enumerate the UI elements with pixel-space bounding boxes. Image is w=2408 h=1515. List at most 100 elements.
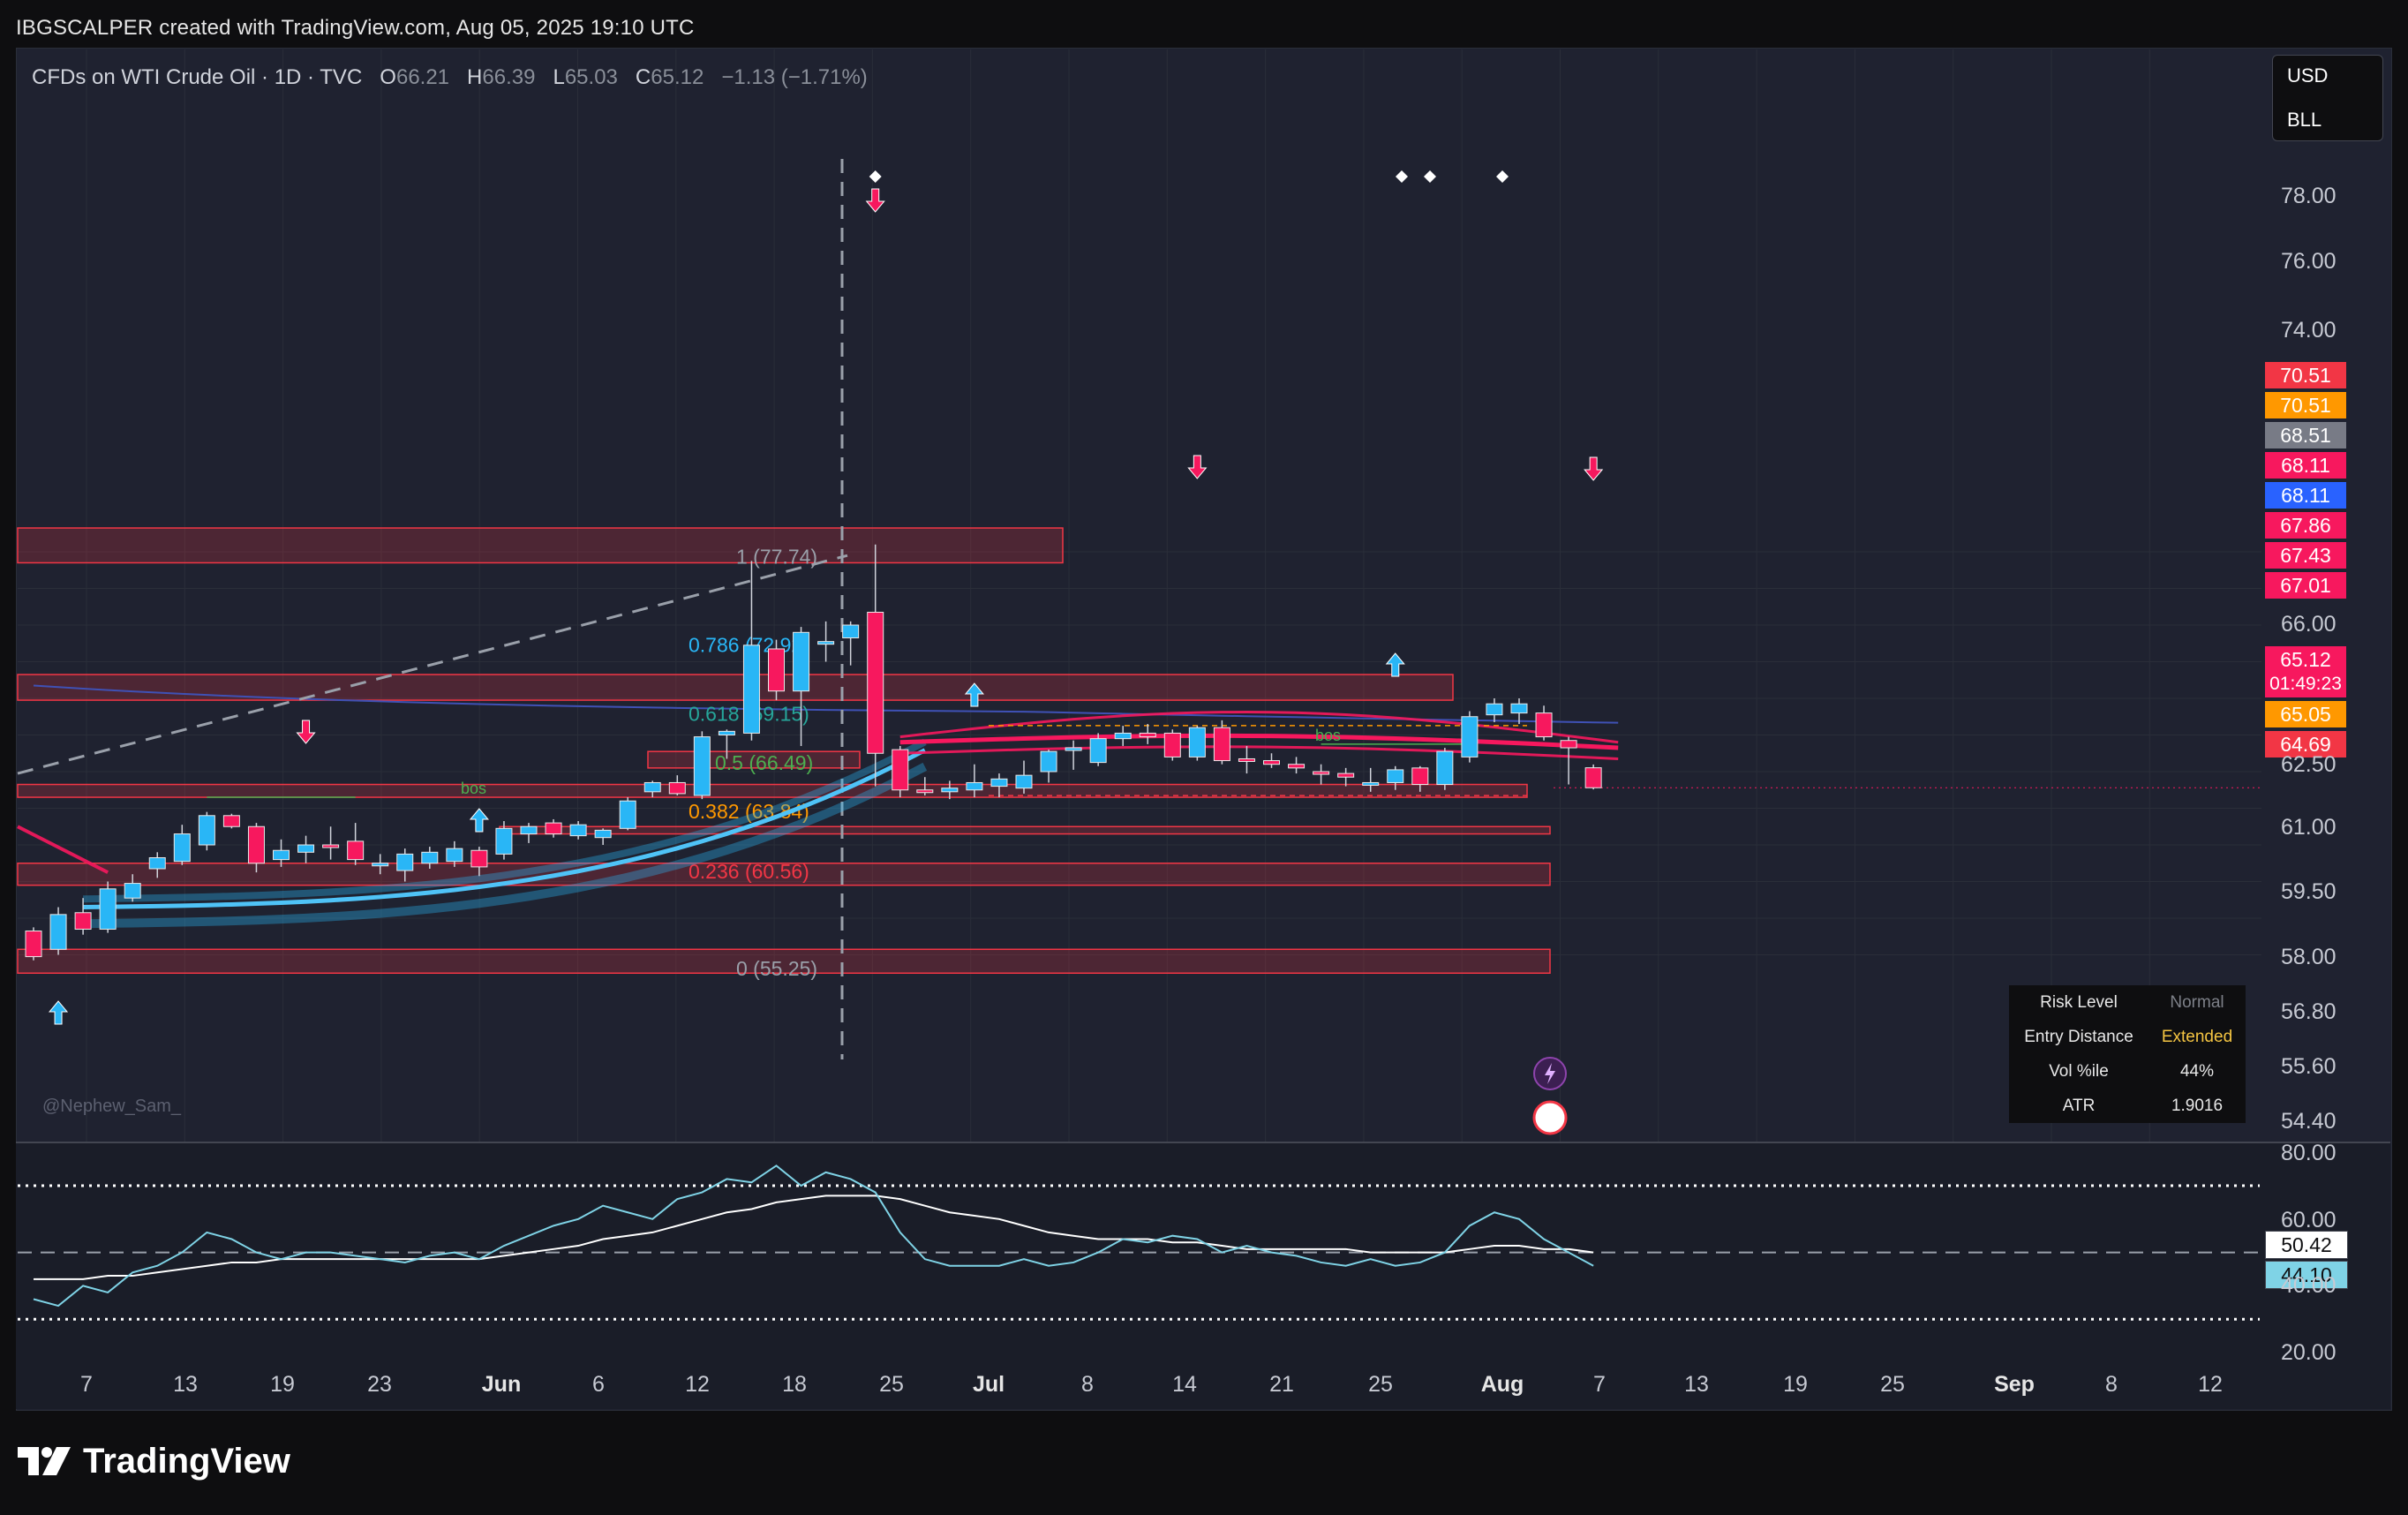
price-axis-tick: 55.60: [2281, 1054, 2337, 1079]
diamond-marker-icon: [869, 170, 882, 183]
time-axis-tick: 25: [1880, 1372, 1905, 1397]
candle-body: [742, 644, 760, 734]
candle-body: [842, 624, 860, 639]
candle: [793, 627, 810, 746]
candle-body: [1362, 781, 1380, 786]
symbol-name[interactable]: CFDs on WTI Crude Oil · 1D · TVC: [32, 65, 362, 89]
fib-level-label: 0 (55.25): [736, 957, 817, 980]
rsi-axis-tick: 60.00: [2281, 1208, 2337, 1232]
candle-body: [1114, 732, 1132, 740]
candle-body: [1510, 703, 1528, 714]
candle: [347, 823, 365, 865]
fib-level-label: 0.236 (60.56): [689, 860, 809, 883]
candle-body: [1288, 764, 1306, 769]
diamond-marker-icon: [1396, 170, 1408, 183]
candle-body: [247, 825, 265, 864]
candle: [74, 898, 92, 935]
buy-signal-arrow-icon: [1385, 652, 1405, 677]
risk-table: Risk Level Normal Entry Distance Extende…: [2009, 985, 2246, 1123]
price-axis-tick: 76.00: [2281, 249, 2337, 274]
candle-body: [718, 730, 735, 735]
candle-body: [1015, 774, 1033, 789]
candle-body: [668, 781, 686, 795]
candle-body: [99, 888, 117, 930]
close-label: C: [635, 65, 651, 89]
candle-body: [470, 849, 488, 868]
time-axis-tick: 7: [80, 1372, 93, 1397]
sell-signal-arrow-icon: [1187, 455, 1208, 479]
time-axis-tick: 21: [1269, 1372, 1294, 1397]
candle: [198, 811, 215, 851]
price-axis-tick: 74.00: [2281, 318, 2337, 343]
candle-body: [1535, 712, 1553, 738]
price-chart[interactable]: 1 (77.74)0.786 (72.92)0.618 (69.15)0.5 (…: [0, 0, 2408, 1515]
candle: [1163, 729, 1181, 761]
candle: [25, 927, 42, 961]
rsi-axis-tick: 80.00: [2281, 1141, 2337, 1165]
candle: [1188, 726, 1206, 761]
candle: [545, 818, 562, 838]
candle: [173, 825, 191, 865]
unit-label[interactable]: BLL: [2273, 100, 2382, 144]
time-axis-tick: 18: [782, 1372, 807, 1397]
candle: [619, 797, 636, 831]
price-axis-tag: 67.01: [2265, 572, 2346, 599]
candle-body: [1486, 703, 1503, 716]
buy-signal-arrow-icon: [48, 1000, 69, 1025]
currency-selector[interactable]: USD BLL: [2272, 55, 2383, 141]
candle-body: [322, 844, 340, 848]
currency-label[interactable]: USD: [2273, 56, 2382, 100]
candle: [222, 813, 240, 829]
fib-level-label: 0.5 (66.49): [715, 751, 813, 774]
candle-body: [297, 844, 315, 853]
time-axis-tick: 6: [592, 1372, 605, 1397]
candle-body: [1238, 758, 1255, 762]
time-axis-tick: 13: [173, 1372, 198, 1397]
candle-body: [124, 883, 141, 899]
candle-body: [222, 815, 240, 827]
price-axis-tick: 78.00: [2281, 184, 2337, 208]
sell-signal-arrow-icon: [296, 720, 316, 744]
price-axis-tag: 70.51: [2265, 392, 2346, 418]
candle: [1040, 750, 1057, 783]
candle: [1139, 724, 1156, 744]
time-axis-tick: Jul: [972, 1372, 1005, 1397]
candle: [1288, 757, 1306, 774]
candle: [594, 828, 612, 845]
low-value: 65.03: [564, 65, 618, 89]
candle-body: [1387, 769, 1404, 783]
trend-band-pink-outer: [899, 745, 1619, 760]
time-axis-tick: Jun: [481, 1372, 522, 1397]
candle: [1213, 720, 1230, 765]
candle-body: [1065, 747, 1082, 751]
price-axis-tag: 68.11: [2265, 482, 2346, 509]
risk-row-vol-percentile: Vol %ile 44%: [2009, 1054, 2246, 1089]
candle-body: [1461, 716, 1479, 758]
candle-body: [173, 833, 191, 863]
candle-body: [520, 825, 538, 835]
candle-body: [1411, 767, 1429, 786]
time-axis-tick: 25: [1368, 1372, 1393, 1397]
candle-body: [347, 840, 365, 861]
risk-value: 1.9016: [2171, 1096, 2224, 1115]
price-axis-tick: 62.50: [2281, 752, 2337, 777]
candle: [892, 745, 909, 798]
price-axis-tick: 58.00: [2281, 945, 2337, 969]
candle: [1313, 764, 1330, 785]
candle-body: [1313, 771, 1330, 775]
candle: [1560, 736, 1577, 785]
risk-value: Normal: [2170, 992, 2224, 1012]
diamond-marker-icon: [1424, 170, 1436, 183]
candle-body: [25, 931, 42, 958]
candle-body: [1188, 727, 1206, 758]
candle-body: [941, 788, 959, 793]
candle-body: [892, 749, 909, 791]
candle-body: [273, 849, 290, 861]
risk-key: ATR: [2062, 1096, 2096, 1115]
risk-key: Entry Distance: [2024, 1027, 2133, 1046]
rsi-axis-tick: 20.00: [2281, 1340, 2337, 1365]
price-zone: [499, 825, 1551, 835]
tradingview-logo[interactable]: TradingView: [18, 1439, 290, 1483]
candle: [1461, 711, 1479, 763]
price-axis-tag: 70.51: [2265, 362, 2346, 388]
